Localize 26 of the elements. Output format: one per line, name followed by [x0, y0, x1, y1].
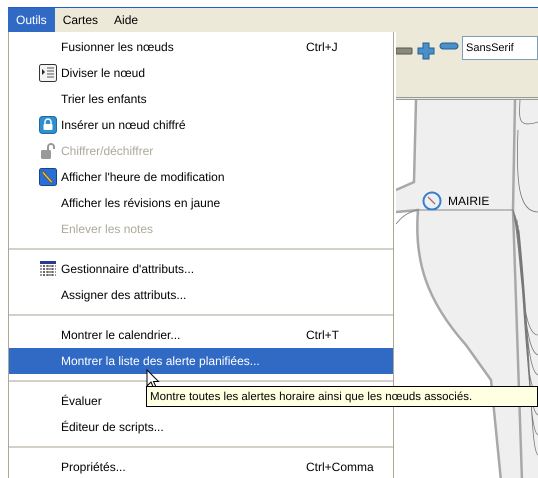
menu-item[interactable]: Assigner des attributs... — [9, 282, 393, 308]
menu-title[interactable]: Aide — [106, 8, 146, 32]
menu-item[interactable]: Gestionnaire d'attributs... — [9, 256, 393, 282]
pen-icon — [39, 168, 57, 186]
bar-icon[interactable] — [396, 47, 413, 55]
minus-icon[interactable] — [439, 41, 459, 51]
unlock-icon — [39, 142, 57, 160]
menu-item[interactable]: Éditeur de scripts... — [9, 414, 393, 440]
menu-item[interactable]: Trier les enfants — [9, 86, 393, 112]
menu-title[interactable]: Cartes — [54, 8, 106, 32]
plus-icon[interactable] — [416, 41, 436, 61]
font-field[interactable]: SansSerif — [462, 36, 538, 60]
lock-icon — [39, 116, 57, 134]
menu-item[interactable]: Insérer un nœud chiffré — [9, 112, 393, 138]
menu-item[interactable]: Fusionner les nœuds Ctrl+J — [9, 34, 393, 60]
node-label[interactable]: MAIRIE — [448, 194, 490, 208]
list-icon — [39, 64, 57, 82]
menu-title[interactable]: Outils — [8, 8, 55, 32]
menu-item[interactable]: Diviser le nœud — [9, 60, 393, 86]
menu-item[interactable]: Afficher les révisions en jaune — [9, 190, 393, 216]
menu-item[interactable]: Afficher l'heure de modification — [9, 164, 393, 190]
menu-item[interactable]: Montrer la liste des alerte planifiées... — [9, 348, 393, 374]
menu-item[interactable]: Montrer le calendrier... Ctrl+T — [9, 322, 393, 348]
tooltip: Montre toutes les alertes horaire ainsi que les nœuds associés. — [146, 386, 538, 407]
table-icon — [39, 261, 57, 277]
menu-item[interactable]: Propriétés... Ctrl+Comma — [9, 454, 393, 478]
